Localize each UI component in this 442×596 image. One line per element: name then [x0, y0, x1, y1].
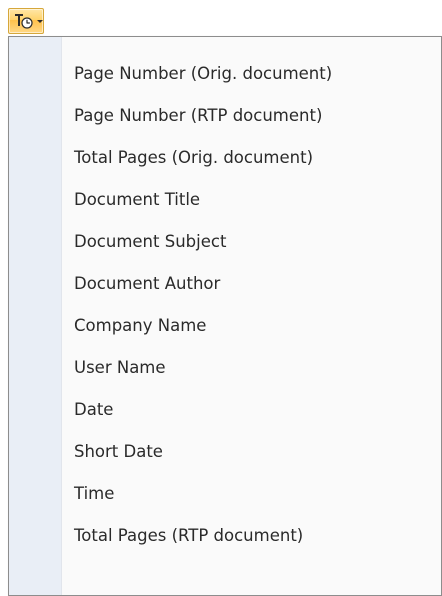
- menu-item-label: User Name: [74, 357, 166, 377]
- menu-item-label: Page Number (RTP document): [74, 105, 323, 125]
- field-split-button[interactable]: [8, 8, 44, 34]
- menu-item[interactable]: Company Name: [9, 305, 441, 347]
- menu-item-label: Document Author: [74, 273, 221, 293]
- menu-item-label: Date: [74, 399, 114, 419]
- menu-item[interactable]: Page Number (Orig. document): [9, 53, 441, 95]
- menu-item-label: Company Name: [74, 315, 207, 335]
- menu-item-label: Document Title: [74, 189, 201, 209]
- text-field-icon: [15, 14, 33, 29]
- menu-item[interactable]: Date: [9, 389, 441, 431]
- chevron-down-icon[interactable]: [37, 20, 43, 23]
- menu-item[interactable]: User Name: [9, 347, 441, 389]
- menu-item-label: Page Number (Orig. document): [74, 63, 333, 83]
- menu-item[interactable]: Short Date: [9, 431, 441, 473]
- field-dropdown-menu: Page Number (Orig. document) Page Number…: [8, 36, 442, 596]
- menu-item-label: Short Date: [74, 441, 163, 461]
- menu-item-label: Time: [74, 483, 115, 503]
- menu-item[interactable]: Document Author: [9, 263, 441, 305]
- menu-item[interactable]: Total Pages (RTP document): [9, 515, 441, 557]
- menu-item[interactable]: Document Title: [9, 179, 441, 221]
- menu-items: Page Number (Orig. document) Page Number…: [9, 53, 441, 557]
- menu-item-label: Total Pages (RTP document): [74, 525, 304, 545]
- menu-item[interactable]: Document Subject: [9, 221, 441, 263]
- menu-item[interactable]: Total Pages (Orig. document): [9, 137, 441, 179]
- menu-left-edge: [0, 36, 8, 596]
- menu-item[interactable]: Time: [9, 473, 441, 515]
- menu-item[interactable]: Page Number (RTP document): [9, 95, 441, 137]
- menu-item-label: Document Subject: [74, 231, 227, 251]
- menu-item-label: Total Pages (Orig. document): [74, 147, 314, 167]
